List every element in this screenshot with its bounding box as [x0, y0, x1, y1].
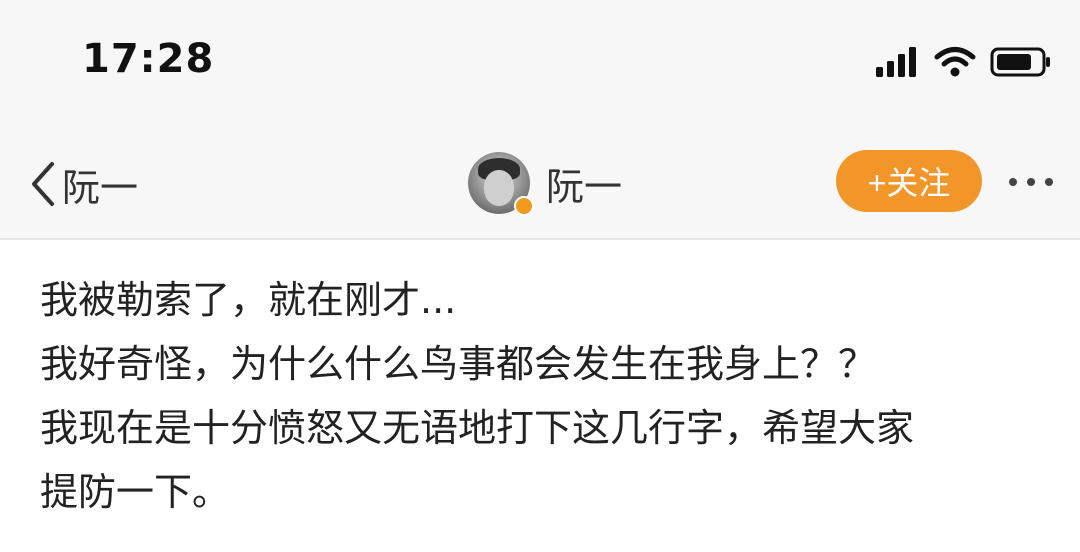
more-dot: [1027, 178, 1035, 186]
profile-name: 阮一: [546, 164, 623, 209]
nav-bar: 阮一 阮一 +关注: [0, 140, 1080, 230]
wifi-icon: [934, 47, 976, 77]
battery-icon: [990, 47, 1050, 77]
status-icons: [874, 42, 1052, 82]
post-line: 我被勒索了，就在刚才...: [40, 278, 457, 322]
more-dot: [1045, 178, 1053, 186]
header-area: 17:28 阮一 阮一 +关注: [0, 0, 1080, 240]
signal-icon: [876, 47, 916, 77]
follow-button[interactable]: +关注: [836, 150, 982, 212]
post-line: 提防一下。: [40, 470, 231, 514]
status-time: 17:28: [82, 36, 215, 82]
back-button[interactable]: 阮一: [28, 154, 138, 214]
avatar[interactable]: [468, 152, 534, 216]
back-label: 阮一: [62, 165, 139, 210]
profile-header[interactable]: 阮一: [468, 146, 622, 220]
status-bar: 17:28: [0, 0, 1080, 120]
verified-badge-icon: [514, 196, 534, 216]
post-content: 我被勒索了，就在刚才... 我好奇怪，为什么什么鸟事都会发生在我身上？？ 我现在…: [40, 268, 1050, 524]
more-dot: [1009, 178, 1017, 186]
post-line: 我现在是十分愤怒又无语地打下这几行字，希望大家: [40, 406, 915, 450]
post-line: 我好奇怪，为什么什么鸟事都会发生在我身上？？: [40, 342, 877, 386]
back-chevron-icon: [32, 162, 54, 206]
avatar-face: [484, 170, 514, 206]
more-icon[interactable]: [996, 160, 1066, 204]
weibo-post-screen: 17:28 阮一 阮一 +关注 我被勒索了，就在刚才... 我好奇怪，为什么什么…: [0, 0, 1080, 552]
